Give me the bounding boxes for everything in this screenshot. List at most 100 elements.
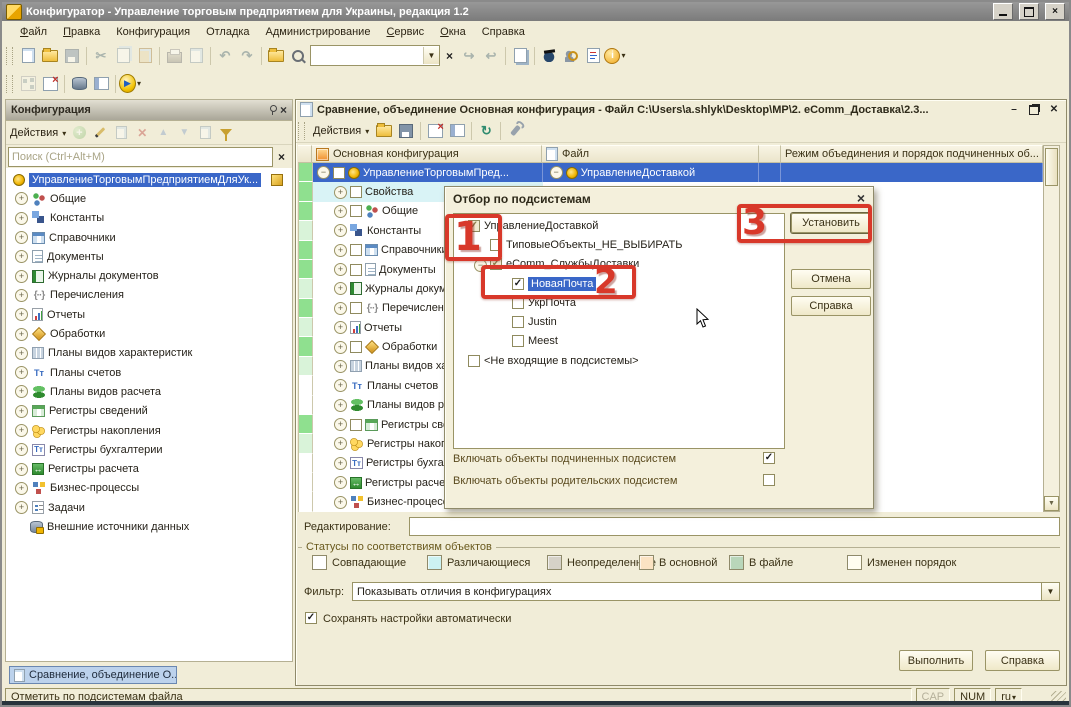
save-file-button[interactable] [61,45,83,67]
compare-close-button[interactable]: ✕ [1046,103,1062,117]
compare-help-button[interactable]: Справка [985,650,1060,671]
expander-icon[interactable] [334,321,347,334]
new-file-button[interactable] [17,45,39,67]
sidebar-tree-item[interactable]: Общие [6,189,292,208]
close-button[interactable]: × [1045,3,1065,20]
help-search-button[interactable] [560,45,582,67]
menu-item-окна[interactable]: Окна [432,23,474,41]
expander-icon[interactable] [15,212,28,225]
subsystem-item[interactable]: Justin [454,312,784,331]
expander-icon[interactable] [334,457,347,470]
expander-icon[interactable] [15,501,28,514]
menu-item-справка[interactable]: Справка [474,23,533,41]
compare-open-button[interactable] [373,120,395,142]
expander-icon[interactable] [15,463,28,476]
undo-button[interactable]: ↶ [214,45,236,67]
merge-checkbox[interactable] [350,341,362,353]
merge-checkbox[interactable] [333,167,345,179]
sidebar-tree-item[interactable]: УправлениеТорговымПредприятиемДляУк... [6,170,292,189]
sidebar-tree-item[interactable]: Отчеты [6,305,292,324]
print-preview-button[interactable] [185,45,207,67]
expander-icon[interactable] [334,224,347,237]
editing-field[interactable] [409,517,1060,536]
merge-checkbox[interactable] [350,244,362,256]
templates-button[interactable] [509,45,531,67]
compare-save-button[interactable] [395,120,417,142]
paste-button[interactable] [134,45,156,67]
syntax-check-button[interactable] [538,45,560,67]
expander-icon[interactable] [15,308,28,321]
expander-icon[interactable] [15,347,28,360]
menu-item-конфигурация[interactable]: Конфигурация [108,23,198,41]
clear-sidebar-search-button[interactable]: × [273,148,290,166]
params-button[interactable] [504,120,526,142]
subsystem-checkbox[interactable] [512,335,524,347]
close-config-button[interactable] [39,73,61,95]
sidebar-tree-item[interactable]: Регистры расчета [6,459,292,478]
update-db-config-button[interactable] [68,73,90,95]
merge-checkbox[interactable] [350,186,362,198]
combo-dropdown-button[interactable]: ▼ [423,47,439,64]
sidebar-tree-item[interactable]: Бизнес-процессы [6,479,292,498]
search-combobox[interactable]: ▼ [310,45,440,66]
compare-minimize-button[interactable]: – [1006,103,1022,117]
copy-button[interactable] [112,45,134,67]
expander-icon[interactable] [334,205,347,218]
sidebar-tree-item[interactable]: Справочники [6,228,292,247]
subsystem-item[interactable]: <Не входящие в подсистемы> [454,351,784,370]
expander-icon[interactable] [15,231,28,244]
filter-dropdown-button[interactable]: ▼ [1041,583,1059,600]
expander-icon[interactable] [334,476,347,489]
sidebar-tree-item[interactable]: Документы [6,247,292,266]
syntax-helper-button[interactable] [582,45,604,67]
move-down-button[interactable]: ▼ [176,125,192,141]
autosave-checkbox[interactable] [305,612,317,624]
sidebar-tree-item[interactable]: Задачи [6,498,292,517]
panel-close-button[interactable]: × [280,103,287,117]
sidebar-tree-item[interactable]: Регистры бухгалтерии [6,440,292,459]
expander-icon[interactable] [334,186,347,199]
sidebar-tree-item[interactable]: Внешние источники данных [6,517,292,536]
merge-mode-column-header[interactable]: Режим объединения и порядок подчиненных … [781,145,1043,163]
minimize-button[interactable] [993,3,1013,20]
execute-button[interactable]: Выполнить [899,650,973,671]
sidebar-search-input[interactable] [8,147,273,167]
menu-item-правка[interactable]: Правка [55,23,108,41]
grid-scrollbar[interactable]: ▼ [1043,145,1060,512]
expander-icon[interactable] [15,424,28,437]
include-parent-checkbox[interactable] [763,474,775,486]
add-button[interactable]: + [71,125,87,141]
expander-icon[interactable] [334,437,347,450]
toolbar-grip[interactable] [6,75,13,93]
pin-icon[interactable] [269,105,276,115]
sidebar-tree-item[interactable]: Журналы документов [6,266,292,285]
expander-icon[interactable] [334,399,347,412]
refresh-button[interactable]: ↻ [475,120,497,142]
menu-item-администрирование[interactable]: Администрирование [258,23,379,41]
global-search-button[interactable] [265,45,287,67]
sidebar-tree-item[interactable]: Перечисления [6,286,292,305]
merge-checkbox[interactable] [350,419,362,431]
subsystem-item[interactable]: УправлениеДоставкой [454,216,784,235]
clear-search-button[interactable]: × [441,46,458,65]
sidebar-tree-item[interactable]: Константы [6,209,292,228]
edit-button[interactable] [92,125,108,141]
find-next-button[interactable]: ↪ [458,45,480,67]
print-button[interactable] [163,45,185,67]
expander-icon[interactable] [334,360,347,373]
move-up-button[interactable]: ▲ [155,125,171,141]
actions-menu-button[interactable]: Действия ▾ [10,127,66,139]
main-config-column-header[interactable]: Основная конфигурация [312,145,542,163]
expander-icon[interactable] [15,250,28,263]
expander-icon[interactable] [334,379,347,392]
menu-item-файл[interactable]: Файл [12,23,55,41]
expander-icon[interactable] [334,263,347,276]
clone-button[interactable] [113,125,129,141]
sidebar-tree-item[interactable]: Планы видов расчета [6,382,292,401]
expander-icon[interactable] [15,270,28,283]
scrollbar-thumb[interactable] [1045,148,1058,186]
sidebar-tree-item[interactable]: Планы видов характеристик [6,344,292,363]
expander-icon[interactable] [15,366,28,379]
subsystem-item[interactable]: ТиповыеОбъекты_НЕ_ВЫБИРАТЬ [454,235,784,254]
narrow-column-header[interactable] [759,145,781,163]
